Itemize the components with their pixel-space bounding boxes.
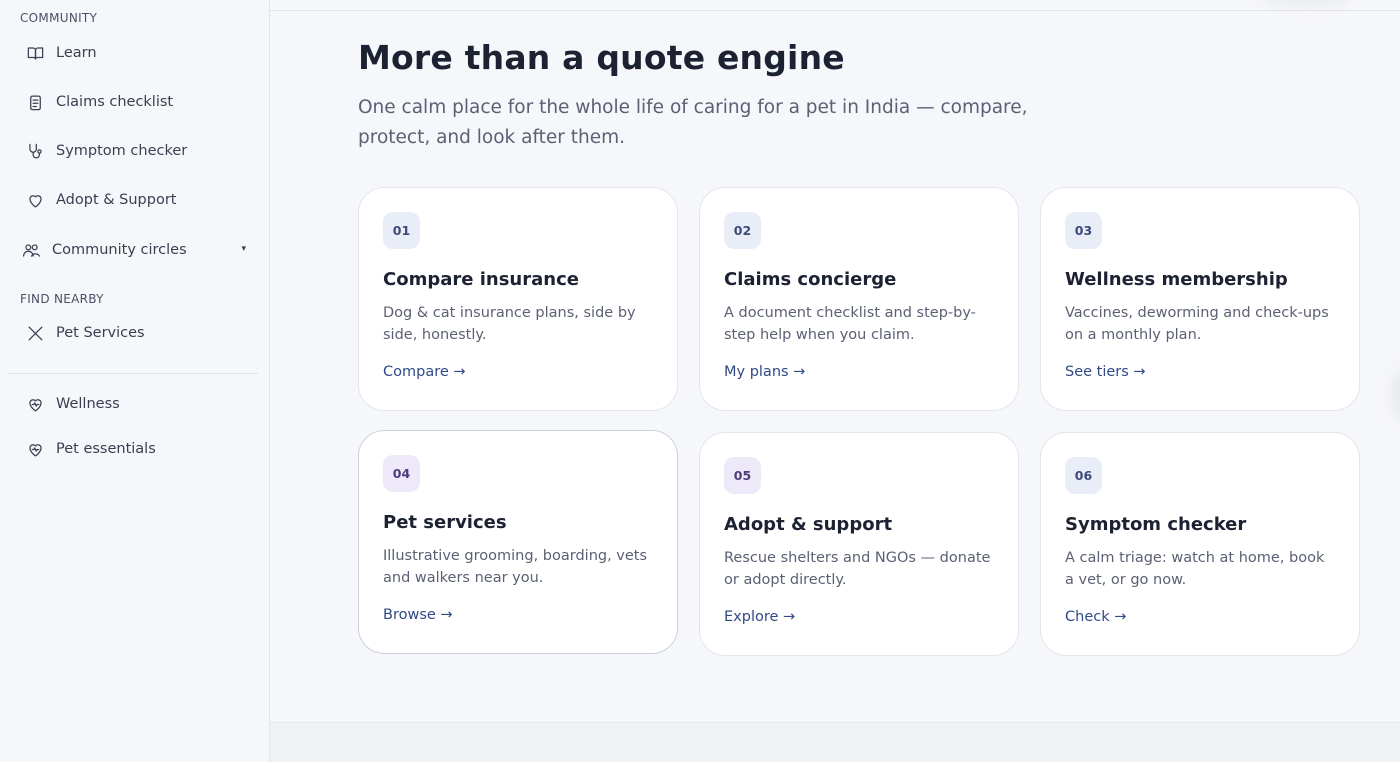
card-title: Claims concierge — [724, 269, 897, 290]
sidebar-item-wellness[interactable]: Wellness — [10, 384, 258, 424]
card-link-my-plans[interactable]: My plans → — [724, 364, 805, 380]
card-description: A document checklist and step-by-step he… — [724, 305, 976, 343]
card-adopt-support[interactable]: 05 Adopt & support Rescue shelters and N… — [699, 432, 1019, 656]
sidebar-item-symptom-checker[interactable]: Symptom checker — [10, 131, 258, 171]
card-number-badge: 03 — [1065, 212, 1102, 249]
card-number-badge: 05 — [724, 457, 761, 494]
sidebar-item-label: Learn — [56, 45, 97, 61]
page-subtitle: One calm place for the whole life of car… — [358, 97, 1028, 148]
stethoscope-icon — [22, 138, 48, 164]
footer-band — [270, 722, 1400, 762]
card-description: Dog & cat insurance plans, side by side,… — [383, 305, 636, 343]
sidebar-item-community-circles[interactable]: Community circles ▾ — [10, 230, 258, 270]
card-title: Symptom checker — [1065, 514, 1247, 535]
sidebar-item-label: Community circles — [52, 242, 187, 258]
sidebar-item-label: Symptom checker — [56, 143, 188, 159]
card-link-see-tiers[interactable]: See tiers → — [1065, 364, 1146, 380]
sidebar-item-claims-checklist[interactable]: Claims checklist — [10, 82, 258, 122]
heart-pulse-icon — [22, 391, 48, 417]
card-description: Illustrative grooming, boarding, vets an… — [383, 548, 648, 586]
sidebar-item-label: Pet Services — [56, 325, 145, 341]
card-compare-insurance[interactable]: 01 Compare insurance Dog & cat insurance… — [358, 187, 678, 411]
section-label-community: COMMUNITY — [20, 11, 98, 25]
edge-shadow — [1392, 370, 1400, 420]
heart-pulse-icon — [22, 436, 48, 462]
sidebar-item-pet-essentials[interactable]: Pet essentials — [10, 429, 258, 469]
sidebar-item-label: Wellness — [56, 396, 120, 412]
card-description: A calm triage: watch at home, book a vet… — [1065, 550, 1325, 588]
card-link-explore[interactable]: Explore → — [724, 609, 795, 625]
card-symptom-checker[interactable]: 06 Symptom checker A calm triage: watch … — [1040, 432, 1360, 656]
sidebar-item-pet-services[interactable]: Pet Services — [10, 313, 258, 353]
card-description: Rescue shelters and NGOs — donate or ado… — [724, 550, 991, 588]
users-icon — [18, 237, 44, 263]
heart-icon — [22, 187, 48, 213]
sidebar-item-adopt-support[interactable]: Adopt & Support — [10, 180, 258, 220]
clipboard-icon — [22, 89, 48, 115]
card-title: Compare insurance — [383, 269, 579, 290]
card-link-compare[interactable]: Compare → — [383, 364, 466, 380]
scissors-icon — [22, 320, 48, 346]
card-title: Adopt & support — [724, 514, 893, 535]
card-claims-concierge[interactable]: 02 Claims concierge A document checklist… — [699, 187, 1019, 411]
card-wellness-membership[interactable]: 03 Wellness membership Vaccines, dewormi… — [1040, 187, 1360, 411]
card-number-badge: 04 — [383, 455, 420, 492]
card-title: Wellness membership — [1065, 269, 1288, 290]
card-link-browse[interactable]: Browse → — [383, 607, 453, 623]
page-title: More than a quote engine — [358, 38, 845, 77]
header-shadow — [1262, 0, 1352, 4]
card-description: Vaccines, deworming and check-ups on a m… — [1065, 305, 1329, 343]
card-number-badge: 06 — [1065, 457, 1102, 494]
sidebar-item-learn[interactable]: Learn — [10, 33, 258, 73]
sidebar: COMMUNITY Learn Claims checklist Symptom… — [0, 0, 270, 762]
card-title: Pet services — [383, 512, 507, 533]
card-pet-services[interactable]: 04 Pet services Illustrative grooming, b… — [358, 430, 678, 654]
sidebar-item-label: Pet essentials — [56, 441, 156, 457]
book-icon — [22, 40, 48, 66]
header-divider — [270, 10, 1400, 11]
card-number-badge: 02 — [724, 212, 761, 249]
chevron-down-icon: ▾ — [241, 244, 246, 254]
card-number-badge: 01 — [383, 212, 420, 249]
sidebar-item-label: Claims checklist — [56, 94, 174, 110]
sidebar-item-label: Adopt & Support — [56, 192, 177, 208]
section-label-find-nearby: FIND NEARBY — [20, 292, 104, 306]
sidebar-divider — [8, 373, 258, 374]
card-link-check[interactable]: Check → — [1065, 609, 1126, 625]
